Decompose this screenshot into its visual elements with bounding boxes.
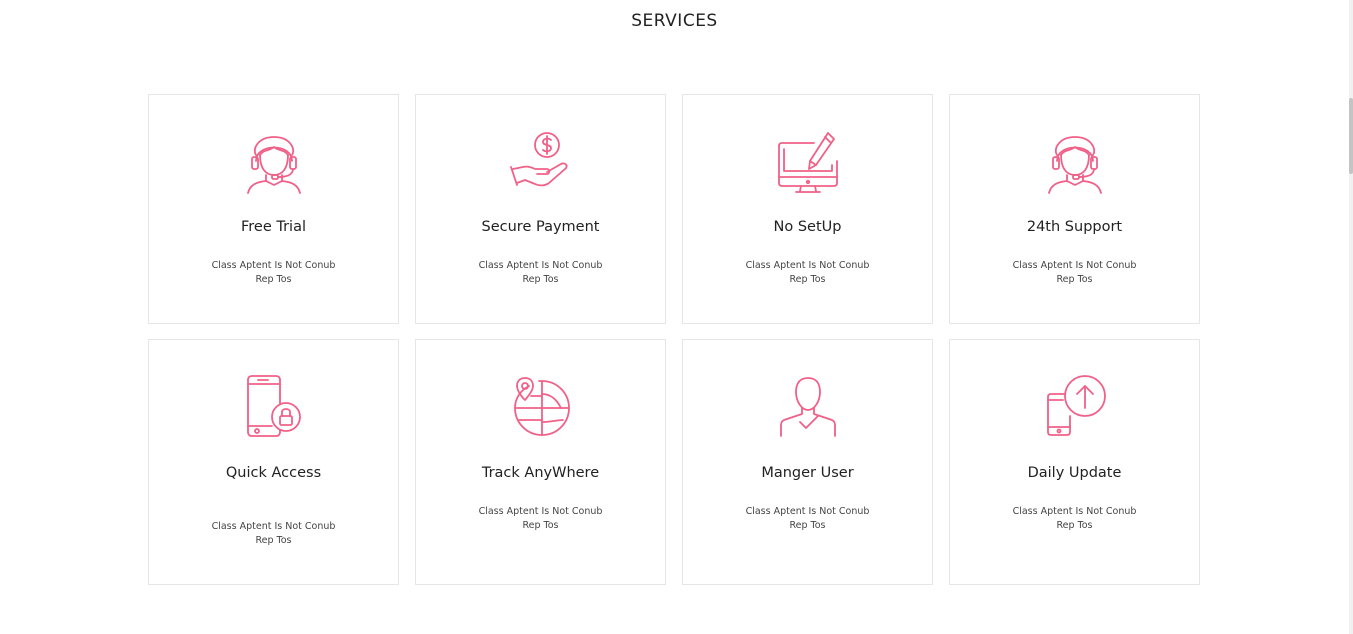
desc-line-2: Rep Tos xyxy=(1056,274,1093,285)
card-description: Class Aptent Is Not Conub Rep Tos xyxy=(1000,505,1150,533)
phone-upload-icon xyxy=(1043,374,1107,438)
card-title: Manger User xyxy=(761,465,854,481)
card-description: Class Aptent Is Not Conub Rep Tos xyxy=(733,259,883,287)
card-title: 24th Support xyxy=(1026,219,1123,235)
user-check-icon xyxy=(776,374,840,438)
card-description: Class Aptent Is Not Conub Rep Tos xyxy=(199,259,349,287)
payment-hand-icon xyxy=(509,131,573,195)
service-card-free-trial[interactable]: Free Trial Class Aptent Is Not Conub Rep… xyxy=(148,94,399,324)
service-card-quick-access[interactable]: Quick Access Class Aptent Is Not Conub R… xyxy=(148,339,399,585)
card-title: Track AnyWhere xyxy=(481,465,600,481)
desc-line-2: Rep Tos xyxy=(522,274,559,285)
card-title: Secure Payment xyxy=(481,219,600,235)
monitor-pencil-icon xyxy=(776,131,840,195)
card-title: Quick Access xyxy=(225,465,322,481)
scrollbar-track[interactable] xyxy=(1349,0,1353,634)
services-page: SERVICES Free Trial Class Aptent Is Not … xyxy=(0,0,1353,634)
service-card-manger-user[interactable]: Manger User Class Aptent Is Not Conub Re… xyxy=(682,339,933,585)
desc-line-2: Rep Tos xyxy=(789,520,826,531)
desc-line-2: Rep Tos xyxy=(522,520,559,531)
card-description: Class Aptent Is Not Conub Rep Tos xyxy=(199,520,349,548)
card-title: Free Trial xyxy=(240,219,306,235)
card-description: Class Aptent Is Not Conub Rep Tos xyxy=(733,505,883,533)
service-card-no-setup[interactable]: No SetUp Class Aptent Is Not Conub Rep T… xyxy=(682,94,933,324)
card-title: Daily Update xyxy=(1027,465,1122,481)
card-description: Class Aptent Is Not Conub Rep Tos xyxy=(466,505,616,533)
service-card-daily-update[interactable]: Daily Update Class Aptent Is Not Conub R… xyxy=(949,339,1200,585)
desc-line-1: Class Aptent Is Not Conub xyxy=(478,506,603,517)
service-card-secure-payment[interactable]: Secure Payment Class Aptent Is Not Conub… xyxy=(415,94,666,324)
card-description: Class Aptent Is Not Conub Rep Tos xyxy=(466,259,616,287)
globe-pin-icon xyxy=(509,374,573,438)
phone-lock-icon xyxy=(242,374,306,438)
scrollbar-thumb[interactable] xyxy=(1349,98,1353,174)
desc-line-1: Class Aptent Is Not Conub xyxy=(478,260,603,271)
desc-line-2: Rep Tos xyxy=(1056,520,1093,531)
desc-line-1: Class Aptent Is Not Conub xyxy=(745,506,870,517)
section-title: SERVICES xyxy=(631,11,718,31)
desc-line-2: Rep Tos xyxy=(789,274,826,285)
desc-line-1: Class Aptent Is Not Conub xyxy=(1012,506,1137,517)
card-title: No SetUp xyxy=(773,219,842,235)
service-card-track-anywhere[interactable]: Track AnyWhere Class Aptent Is Not Conub… xyxy=(415,339,666,585)
desc-line-2: Rep Tos xyxy=(255,274,292,285)
card-description: Class Aptent Is Not Conub Rep Tos xyxy=(1000,259,1150,287)
headset-support-icon xyxy=(1043,131,1107,195)
service-card-24th-support[interactable]: 24th Support Class Aptent Is Not Conub R… xyxy=(949,94,1200,324)
desc-line-1: Class Aptent Is Not Conub xyxy=(211,260,336,271)
desc-line-1: Class Aptent Is Not Conub xyxy=(211,521,336,532)
desc-line-2: Rep Tos xyxy=(255,535,292,546)
desc-line-1: Class Aptent Is Not Conub xyxy=(745,260,870,271)
headset-support-icon xyxy=(242,131,306,195)
desc-line-1: Class Aptent Is Not Conub xyxy=(1012,260,1137,271)
